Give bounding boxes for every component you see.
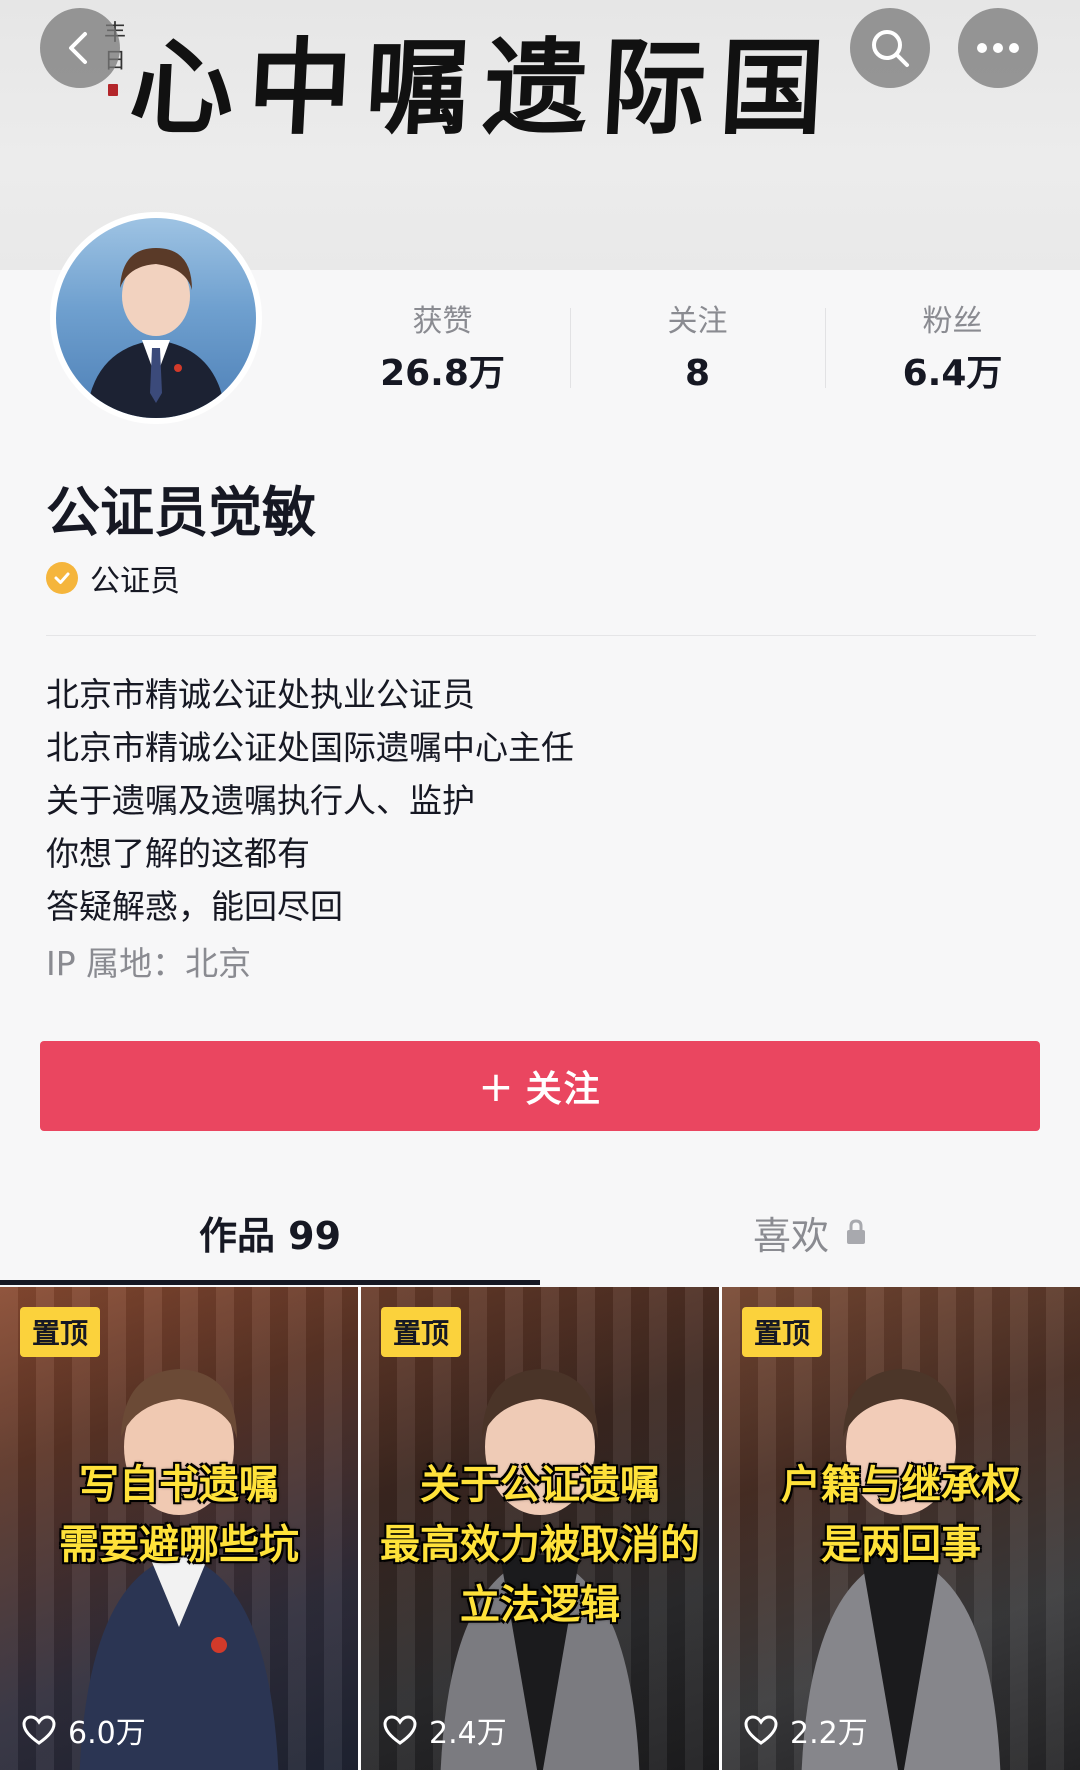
- video-thumbnail[interactable]: 置顶 写自书遗嘱 需要避哪些坑 6.0万: [0, 1287, 358, 1770]
- follow-label: 关注: [525, 1069, 602, 1110]
- video-caption: 写自书遗嘱 需要避哪些坑: [0, 1455, 358, 1575]
- avatar-portrait: [86, 248, 226, 418]
- content-tabs: 作品 99 喜欢: [0, 1180, 1080, 1285]
- stat-label: 粉丝: [922, 304, 983, 339]
- caption-line: 需要避哪些坑: [59, 1522, 299, 1568]
- tab-works[interactable]: 作品 99: [0, 1180, 540, 1285]
- caption-line: 户籍与继承权: [781, 1462, 1021, 1508]
- badge-text: 公证员: [90, 564, 180, 599]
- bio-line: 你想了解的这都有: [46, 834, 310, 873]
- stat-label: 获赞: [412, 304, 473, 339]
- stat-followers[interactable]: 粉丝 6.4万: [825, 300, 1080, 410]
- stat-value: 6.4万: [902, 353, 1003, 394]
- tab-label: 喜欢: [752, 1214, 829, 1258]
- like-count: 6.0万: [22, 1708, 146, 1752]
- tab-label: 作品 99: [198, 1214, 342, 1258]
- video-caption: 关于公证遗嘱 最高效力被取消的 立法逻辑: [361, 1455, 719, 1635]
- bio-line: 北京市精诚公证处执业公证员: [46, 675, 475, 714]
- heart-icon: [383, 1715, 417, 1745]
- video-caption: 户籍与继承权 是两回事: [722, 1455, 1080, 1575]
- tab-likes[interactable]: 喜欢: [540, 1180, 1080, 1285]
- stat-value: 26.8万: [380, 353, 505, 394]
- lock-icon: [845, 1211, 867, 1255]
- caption-line: 是两回事: [821, 1522, 981, 1568]
- more-button[interactable]: [958, 8, 1038, 88]
- more-horizontal-icon: [977, 43, 1019, 53]
- bio-line: 北京市精诚公证处国际遗嘱中心主任: [46, 728, 574, 767]
- video-grid: 置顶 写自书遗嘱 需要避哪些坑 6.0万 置顶 关于公证遗嘱 最高效力被取消的 …: [0, 1287, 1080, 1770]
- like-count-value: 2.2万: [790, 1716, 868, 1751]
- like-count-value: 6.0万: [68, 1716, 146, 1751]
- caption-line: 最高效力被取消的: [380, 1522, 700, 1568]
- verified-check-icon: [46, 562, 78, 594]
- pinned-badge: 置顶: [381, 1307, 462, 1357]
- follow-button[interactable]: + 关注: [40, 1041, 1040, 1131]
- stat-likes[interactable]: 获赞 26.8万: [315, 300, 570, 410]
- like-count: 2.2万: [744, 1708, 868, 1752]
- stat-following[interactable]: 关注 8: [570, 300, 825, 410]
- chevron-left-icon: [69, 32, 87, 64]
- stat-label: 关注: [667, 304, 728, 339]
- video-thumbnail[interactable]: 置顶 关于公证遗嘱 最高效力被取消的 立法逻辑 2.4万: [361, 1287, 719, 1770]
- like-count-value: 2.4万: [429, 1716, 507, 1751]
- profile-stats: 获赞 26.8万 关注 8 粉丝 6.4万: [315, 300, 1080, 410]
- pinned-badge: 置顶: [20, 1307, 101, 1357]
- seal-stamp: [108, 84, 118, 96]
- plus-icon: +: [478, 1061, 516, 1111]
- video-thumbnail[interactable]: 置顶 户籍与继承权 是两回事 2.2万: [722, 1287, 1080, 1770]
- profile-name: 公证员觉敏: [46, 481, 316, 544]
- profile-bio: 北京市精诚公证处执业公证员 北京市精诚公证处国际遗嘱中心主任 关于遗嘱及遗嘱执行…: [46, 668, 1036, 933]
- caption-line: 写自书遗嘱: [79, 1462, 279, 1508]
- caption-line: 关于公证遗嘱: [420, 1462, 660, 1508]
- pinned-badge: 置顶: [742, 1307, 823, 1357]
- verification-badge: 公证员: [46, 556, 180, 600]
- caption-line: 立法逻辑: [460, 1582, 620, 1628]
- avatar[interactable]: [50, 212, 262, 424]
- search-button[interactable]: [850, 8, 930, 88]
- back-button[interactable]: [40, 8, 120, 88]
- bio-line: 关于遗嘱及遗嘱执行人、监护: [46, 781, 475, 820]
- like-count: 2.4万: [383, 1708, 507, 1752]
- bio-line: 答疑解惑，能回尽回: [46, 887, 343, 926]
- banner-calligraphy: 心中嘱遗际国: [126, 26, 842, 149]
- stat-value: 8: [684, 353, 711, 394]
- ip-location: IP 属地：北京: [46, 944, 252, 983]
- search-icon: [872, 30, 909, 67]
- heart-icon: [744, 1715, 778, 1745]
- avatar-photo: [56, 218, 256, 418]
- divider: [46, 635, 1036, 636]
- heart-icon: [22, 1715, 56, 1745]
